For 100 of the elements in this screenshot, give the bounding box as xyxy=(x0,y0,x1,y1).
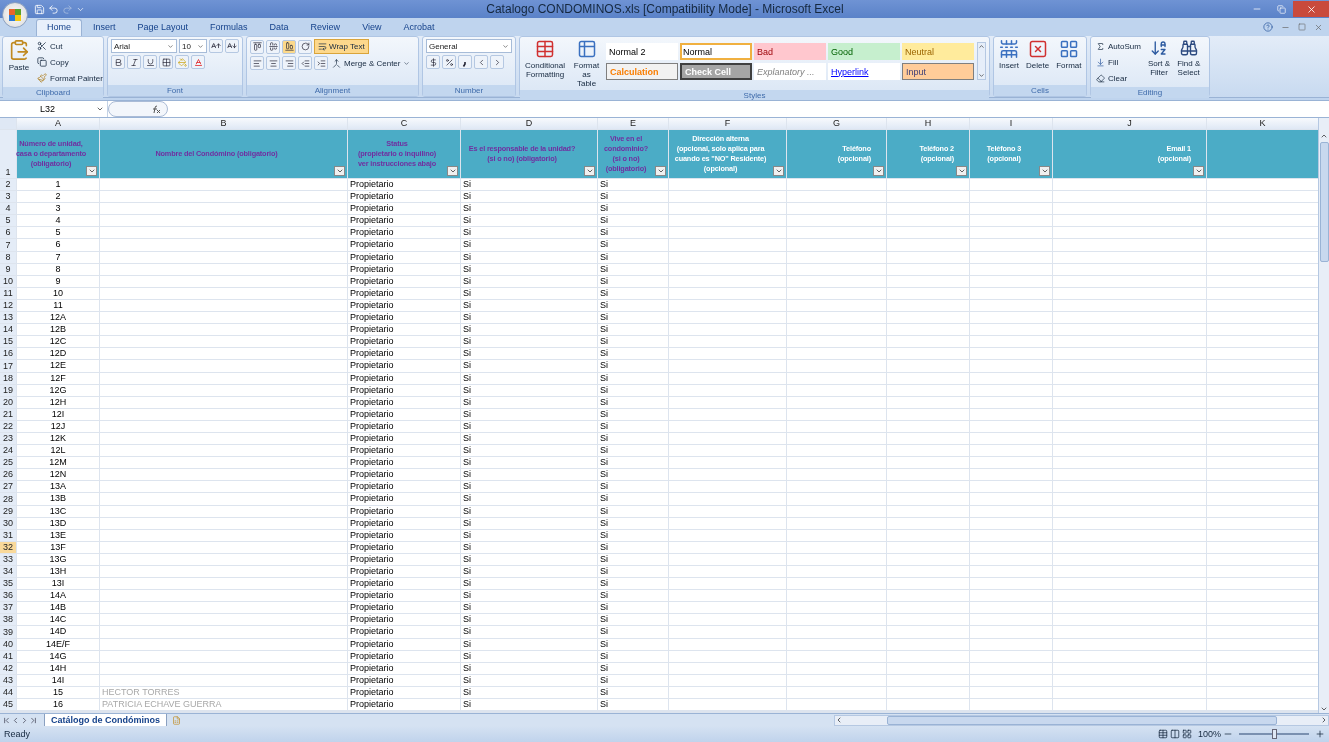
font-size-field[interactable]: 10 xyxy=(179,39,207,53)
zoom-in-icon[interactable] xyxy=(1315,729,1325,739)
underline-button[interactable] xyxy=(143,55,157,69)
row-header[interactable]: 37 xyxy=(0,602,16,614)
row-header[interactable]: 9 xyxy=(0,263,16,275)
cell-style-option[interactable]: Hyperlink xyxy=(828,63,900,80)
row-header[interactable]: 21 xyxy=(0,408,16,420)
middle-align-button[interactable] xyxy=(266,39,280,54)
row-header[interactable]: 23 xyxy=(0,432,16,445)
ribbon-tab[interactable]: Formulas xyxy=(199,19,259,36)
cell-style-option[interactable]: Normal xyxy=(680,43,752,60)
page-layout-view-icon[interactable] xyxy=(1169,729,1180,739)
font-color-button[interactable] xyxy=(191,55,205,69)
decrease-indent-button[interactable] xyxy=(298,56,312,70)
next-sheet-icon[interactable] xyxy=(20,715,29,725)
fill-color-button[interactable] xyxy=(175,55,189,69)
column-header[interactable]: I xyxy=(970,118,1052,129)
ribbon-tab[interactable]: View xyxy=(351,19,393,36)
row-header[interactable]: 43 xyxy=(0,674,16,686)
row-header[interactable]: 8 xyxy=(0,251,16,263)
name-box[interactable]: L32 xyxy=(0,101,108,117)
filter-button[interactable] xyxy=(86,166,97,176)
row-header[interactable]: 33 xyxy=(0,553,16,565)
currency-button[interactable] xyxy=(426,55,440,69)
row-header[interactable]: 5 xyxy=(0,215,16,227)
row-header[interactable]: 1 xyxy=(0,130,16,178)
row-header[interactable]: 32 xyxy=(0,541,16,553)
row-header[interactable]: 7 xyxy=(0,239,16,251)
ribbon-tab[interactable]: Home xyxy=(36,19,82,36)
close-icon[interactable] xyxy=(1314,22,1323,32)
row-header[interactable]: 6 xyxy=(0,227,16,239)
cell-style-option[interactable]: Bad xyxy=(754,43,826,60)
row-header[interactable]: 10 xyxy=(0,275,16,287)
horizontal-scrollbar[interactable] xyxy=(834,714,1329,726)
borders-button[interactable] xyxy=(159,55,173,69)
help-icon[interactable] xyxy=(1263,22,1273,32)
row-header[interactable]: 35 xyxy=(0,578,16,590)
clear-button[interactable]: Clear xyxy=(1094,71,1143,85)
column-header[interactable]: J xyxy=(1053,118,1206,129)
row-header[interactable]: 44 xyxy=(0,686,16,699)
top-align-button[interactable] xyxy=(250,39,264,54)
decrease-decimal-button[interactable] xyxy=(490,55,504,69)
normal-view-icon[interactable] xyxy=(1157,729,1168,739)
column-header[interactable]: H xyxy=(887,118,969,129)
cell-style-option[interactable]: Good xyxy=(828,43,900,60)
ribbon-tab[interactable]: Data xyxy=(258,19,300,36)
row-header[interactable]: 27 xyxy=(0,481,16,493)
scrollbar-thumb[interactable] xyxy=(1319,142,1329,262)
column-header[interactable]: K xyxy=(1207,118,1318,129)
column-header[interactable]: A xyxy=(17,118,99,129)
row-header[interactable]: 16 xyxy=(0,348,16,360)
percent-button[interactable] xyxy=(442,55,456,69)
undo-icon[interactable] xyxy=(48,3,59,15)
first-sheet-icon[interactable] xyxy=(2,715,11,725)
column-header[interactable]: D xyxy=(461,118,597,129)
row-header[interactable]: 41 xyxy=(0,650,16,662)
bold-button[interactable] xyxy=(111,55,125,69)
row-header[interactable]: 38 xyxy=(0,614,16,626)
cell-style-option[interactable]: Normal 2 xyxy=(606,43,678,60)
filter-button[interactable] xyxy=(1193,166,1204,176)
row-header[interactable]: 24 xyxy=(0,445,16,457)
scrollbar-thumb[interactable] xyxy=(886,715,1277,725)
insert-function-button[interactable] xyxy=(108,101,168,117)
gallery-scroller[interactable] xyxy=(977,42,986,80)
column-header[interactable]: F xyxy=(669,118,786,129)
row-header[interactable]: 25 xyxy=(0,457,16,469)
cut-button[interactable]: Cut xyxy=(35,39,105,53)
row-header[interactable]: 31 xyxy=(0,529,16,541)
align-right-button[interactable] xyxy=(282,56,296,70)
row-header[interactable]: 18 xyxy=(0,372,16,384)
row-header[interactable]: 3 xyxy=(0,191,16,203)
bottom-align-button[interactable] xyxy=(282,39,296,54)
shrink-font-button[interactable] xyxy=(225,39,239,53)
filter-button[interactable] xyxy=(1039,166,1050,176)
row-header[interactable]: 39 xyxy=(0,626,16,638)
row-header[interactable]: 12 xyxy=(0,299,16,312)
paste-button[interactable]: Paste xyxy=(6,39,32,72)
last-sheet-icon[interactable] xyxy=(29,715,38,725)
row-header[interactable]: 34 xyxy=(0,566,16,578)
font-name-field[interactable]: Arial xyxy=(111,39,177,53)
comma-button[interactable] xyxy=(458,55,472,69)
delete-button[interactable]: Delete xyxy=(1024,39,1052,70)
orientation-button[interactable] xyxy=(298,39,312,54)
merge-center-button[interactable]: Merge & Center xyxy=(330,56,413,70)
format-as-table-button[interactable]: Format as Table xyxy=(570,39,603,88)
find-select-button[interactable]: Find & Select xyxy=(1175,39,1203,77)
column-header[interactable]: C xyxy=(348,118,460,129)
filter-button[interactable] xyxy=(773,166,784,176)
row-header[interactable]: 36 xyxy=(0,590,16,602)
row-header[interactable]: 30 xyxy=(0,517,16,529)
ribbon-tab[interactable]: Insert xyxy=(82,19,127,36)
row-header[interactable]: 40 xyxy=(0,638,16,650)
format-button[interactable]: Format xyxy=(1054,39,1084,70)
center-button[interactable] xyxy=(266,56,280,70)
row-header[interactable]: 22 xyxy=(0,420,16,432)
filter-button[interactable] xyxy=(873,166,884,176)
align-left-button[interactable] xyxy=(250,56,264,70)
ribbon-tab[interactable]: Acrobat xyxy=(392,19,446,36)
copy-button[interactable]: Copy xyxy=(35,55,105,69)
vertical-scrollbar[interactable] xyxy=(1318,118,1329,713)
